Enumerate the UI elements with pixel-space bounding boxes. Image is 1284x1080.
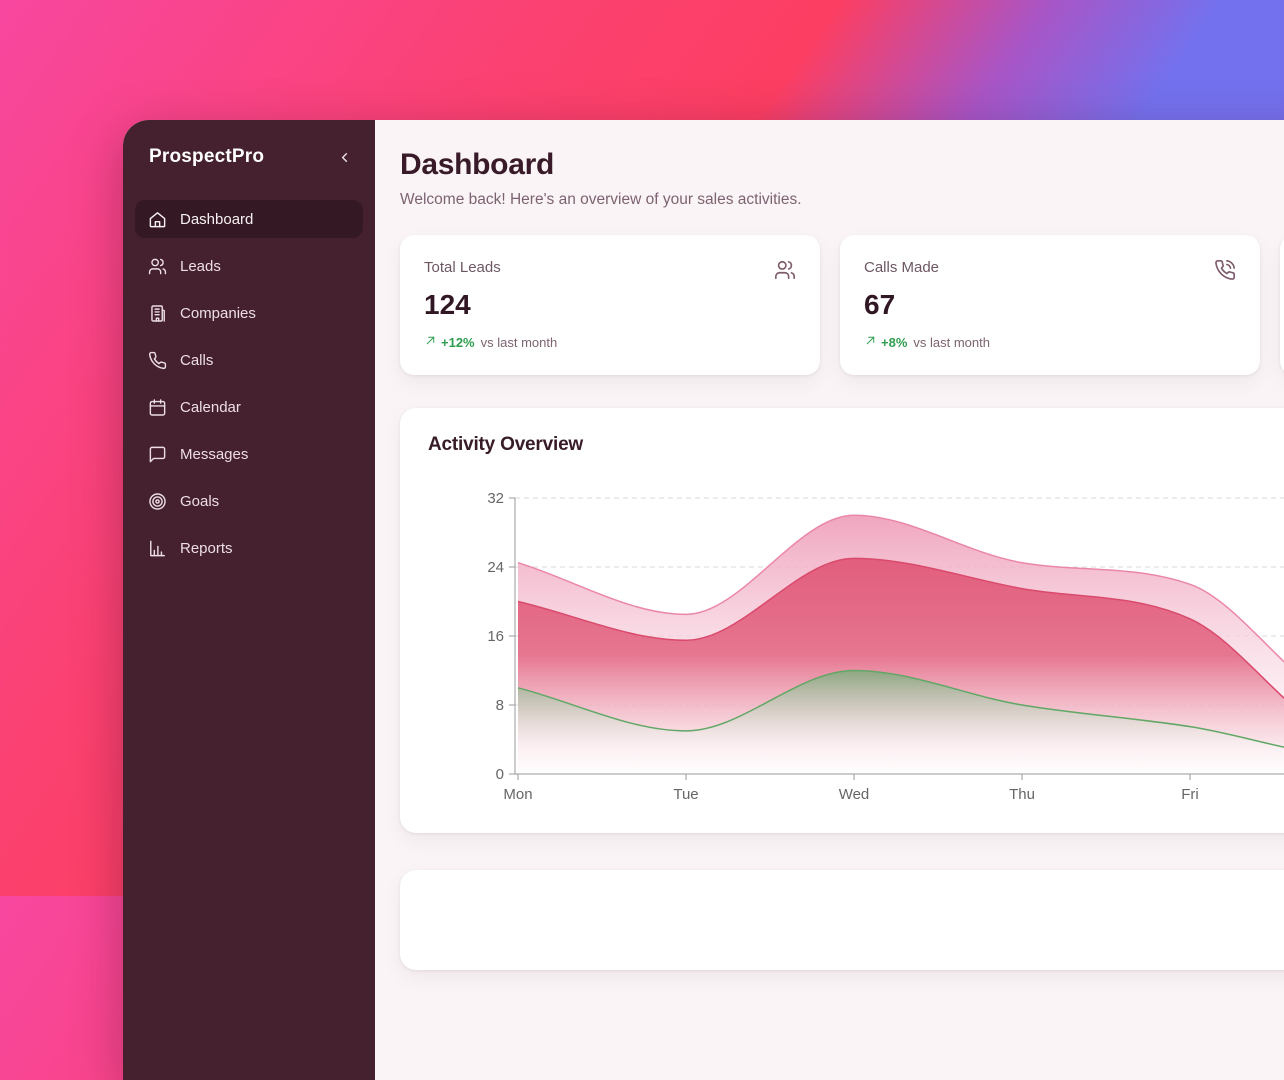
activity-chart: 08162432MonTueWedThuFriSatSun (428, 470, 1284, 804)
svg-text:Tue: Tue (673, 786, 698, 803)
sidebar-item-label: Calendar (180, 399, 241, 416)
app-window: ProspectPro Dashboard Leads Companies Calls… (123, 120, 1284, 1080)
svg-text:Thu: Thu (1009, 786, 1035, 803)
stat-label: Total Leads (424, 259, 501, 276)
sidebar-item-label: Dashboard (180, 211, 253, 228)
trend-up-arrow-icon (424, 334, 437, 350)
phone-icon (148, 351, 167, 370)
stat-value: 124 (424, 289, 796, 321)
sidebar-nav: Dashboard Leads Companies Calls Calendar Mess… (135, 200, 363, 567)
bar-chart-icon (148, 539, 167, 558)
sidebar-brand-row: ProspectPro (135, 146, 363, 168)
stat-label: Calls Made (864, 259, 939, 276)
svg-text:16: 16 (487, 628, 504, 645)
svg-text:24: 24 (487, 559, 504, 576)
activity-overview-card: Activity Overview 0 8 16 24 32 Mon Tue Wed Thu Fr… (400, 408, 1284, 833)
trend-note: vs last month (481, 335, 558, 350)
sidebar-item-companies[interactable]: Companies (135, 294, 363, 332)
sidebar-item-calendar[interactable]: Calendar (135, 388, 363, 426)
svg-text:Mon: Mon (503, 786, 532, 803)
users-icon (148, 257, 167, 276)
chart-title: Activity Overview (428, 434, 1284, 456)
main-content: Dashboard Welcome back! Here's an overvi… (375, 120, 1284, 1080)
sidebar-item-reports[interactable]: Reports (135, 529, 363, 567)
svg-text:Fri: Fri (1181, 786, 1199, 803)
stat-card-calls-made: Calls Made 67 +8% vs last month (840, 235, 1260, 375)
sidebar-item-leads[interactable]: Leads (135, 247, 363, 285)
sidebar-item-dashboard[interactable]: Dashboard (135, 200, 363, 238)
stat-card-total-leads: Total Leads 124 +12% vs last month (400, 235, 820, 375)
sidebar-collapse-button[interactable] (329, 148, 360, 167)
page-title: Dashboard (400, 146, 1284, 184)
sidebar-item-label: Goals (180, 493, 219, 510)
stat-card-header: Total Leads (424, 259, 796, 281)
stat-card-header: Calls Made (864, 259, 1236, 281)
trend-percent: +8% (881, 335, 907, 350)
stat-trend: +12% vs last month (424, 334, 796, 350)
message-icon (148, 445, 167, 464)
stat-value: 67 (864, 289, 1236, 321)
svg-text:0: 0 (496, 766, 504, 783)
trend-up-arrow-icon (864, 334, 877, 350)
bottom-card-partial (400, 870, 1284, 970)
users-icon (774, 259, 796, 281)
svg-text:Wed: Wed (839, 786, 870, 803)
trend-up-group: +8% (864, 334, 907, 350)
sidebar: ProspectPro Dashboard Leads Companies Calls… (123, 120, 375, 1080)
svg-text:8: 8 (496, 697, 504, 714)
trend-percent: +12% (441, 335, 475, 350)
target-icon (148, 492, 167, 511)
page-subtitle: Welcome back! Here's an overview of your… (400, 189, 1284, 211)
sidebar-item-label: Calls (180, 352, 213, 369)
brand-name: ProspectPro (149, 146, 264, 168)
sidebar-item-goals[interactable]: Goals (135, 482, 363, 520)
sidebar-item-messages[interactable]: Messages (135, 435, 363, 473)
home-icon (148, 210, 167, 229)
stat-card-partial (1280, 235, 1284, 375)
trend-up-group: +12% (424, 334, 475, 350)
chevron-left-icon (337, 150, 352, 165)
activity-chart-svg: 08162432MonTueWedThuFriSatSun (428, 470, 1284, 804)
stats-row: Total Leads124+12%vs last monthCalls Mad… (400, 235, 1284, 375)
calendar-icon (148, 398, 167, 417)
svg-text:32: 32 (487, 490, 504, 507)
phone-call-icon (1214, 259, 1236, 281)
trend-note: vs last month (913, 335, 990, 350)
sidebar-item-label: Companies (180, 305, 256, 322)
stat-trend: +8% vs last month (864, 334, 1236, 350)
building-icon (148, 304, 167, 323)
sidebar-item-label: Leads (180, 258, 221, 275)
sidebar-item-label: Reports (180, 540, 233, 557)
sidebar-item-calls[interactable]: Calls (135, 341, 363, 379)
sidebar-item-label: Messages (180, 446, 248, 463)
